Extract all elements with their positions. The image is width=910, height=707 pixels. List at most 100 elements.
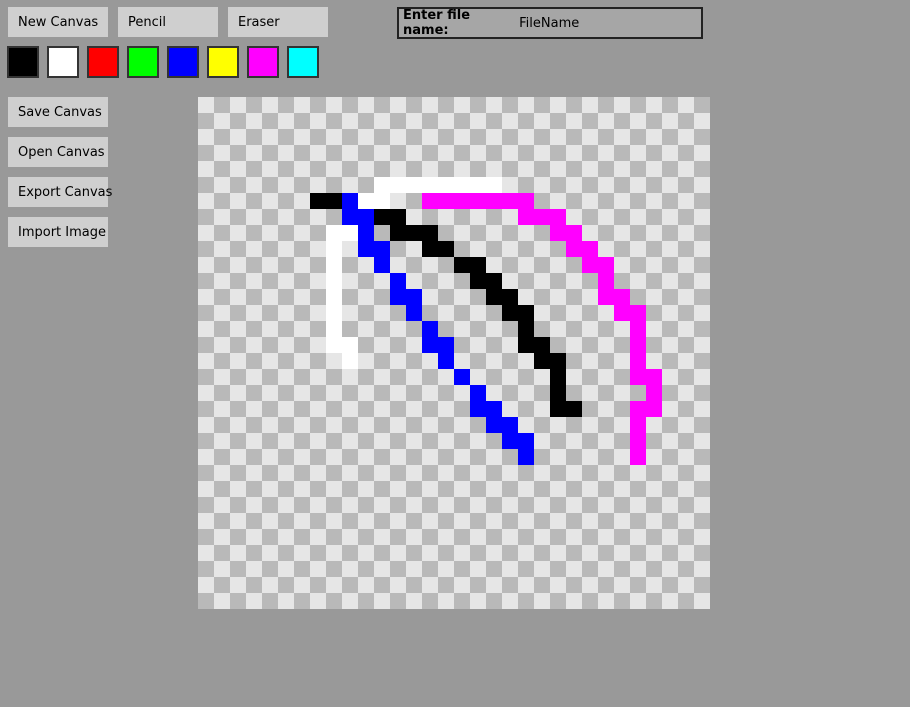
pencil-tool-button[interactable]: Pencil	[118, 7, 218, 37]
painted-pixel	[630, 305, 646, 321]
file-name-input[interactable]	[517, 15, 701, 31]
painted-pixel	[486, 273, 502, 289]
painted-pixel	[374, 177, 390, 193]
painted-pixel	[486, 177, 502, 193]
painted-pixel	[646, 401, 662, 417]
painted-pixel	[390, 177, 406, 193]
painted-pixel	[438, 241, 454, 257]
painted-pixel	[374, 193, 390, 209]
save-canvas-button[interactable]: Save Canvas	[8, 97, 108, 127]
painted-pixel	[470, 193, 486, 209]
painted-pixel	[502, 417, 518, 433]
painted-pixel	[550, 225, 566, 241]
painted-pixel	[422, 193, 438, 209]
painted-pixel	[342, 225, 358, 241]
painted-pixel	[390, 225, 406, 241]
painted-pixel	[518, 337, 534, 353]
painted-pixel	[502, 193, 518, 209]
painted-pixel	[422, 321, 438, 337]
painted-pixel	[438, 177, 454, 193]
painted-pixel	[534, 209, 550, 225]
painted-pixel	[598, 273, 614, 289]
painted-pixel	[438, 193, 454, 209]
painted-pixel	[630, 369, 646, 385]
painted-pixel	[374, 209, 390, 225]
painted-pixel	[326, 241, 342, 257]
painted-pixel	[566, 241, 582, 257]
painted-pixel	[326, 193, 342, 209]
new-canvas-button[interactable]: New Canvas	[8, 7, 108, 37]
painted-pixel	[486, 193, 502, 209]
painted-pixel	[470, 385, 486, 401]
painted-pixel	[342, 193, 358, 209]
painted-pixel	[582, 257, 598, 273]
painted-pixel	[422, 337, 438, 353]
import-image-button[interactable]: Import Image	[8, 217, 108, 247]
color-swatch-green[interactable]	[127, 46, 159, 78]
painted-pixel	[630, 433, 646, 449]
color-swatch-red[interactable]	[87, 46, 119, 78]
painted-pixel	[502, 433, 518, 449]
drawing-canvas[interactable]	[198, 97, 710, 609]
painted-pixel	[326, 273, 342, 289]
painted-pixel	[422, 225, 438, 241]
painted-pixel	[598, 289, 614, 305]
painted-pixel	[326, 305, 342, 321]
export-canvas-button[interactable]: Export Canvas	[8, 177, 112, 207]
painted-pixel	[422, 177, 438, 193]
painted-pixel	[326, 321, 342, 337]
painted-pixel	[470, 257, 486, 273]
open-canvas-button[interactable]: Open Canvas	[8, 137, 108, 167]
painted-pixel	[486, 417, 502, 433]
painted-pixel	[454, 177, 470, 193]
painted-pixel	[326, 257, 342, 273]
painted-pixel	[518, 193, 534, 209]
painted-pixel	[566, 401, 582, 417]
painted-pixel	[470, 273, 486, 289]
painted-pixel	[502, 289, 518, 305]
color-swatch-white[interactable]	[47, 46, 79, 78]
painted-pixel	[438, 337, 454, 353]
painted-pixel	[342, 337, 358, 353]
painted-pixel	[630, 321, 646, 337]
painted-pixel	[454, 257, 470, 273]
color-swatch-cyan[interactable]	[287, 46, 319, 78]
painted-pixel	[646, 369, 662, 385]
painted-pixel	[550, 353, 566, 369]
painted-pixel	[630, 353, 646, 369]
painted-pixel	[390, 209, 406, 225]
painted-pixel	[358, 209, 374, 225]
painted-pixel	[518, 305, 534, 321]
painted-pixel	[630, 337, 646, 353]
painted-pixel	[502, 305, 518, 321]
painted-pixel	[310, 193, 326, 209]
painted-pixel	[406, 177, 422, 193]
file-name-field: Enter file name:	[397, 7, 703, 39]
painted-pixel	[470, 177, 486, 193]
eraser-tool-button[interactable]: Eraser	[228, 7, 328, 37]
painted-pixel	[342, 209, 358, 225]
painted-pixel	[614, 305, 630, 321]
painted-pixel	[518, 449, 534, 465]
painted-pixel	[550, 385, 566, 401]
color-swatch-blue[interactable]	[167, 46, 199, 78]
painted-pixel	[326, 337, 342, 353]
painted-pixel	[470, 401, 486, 417]
color-swatch-black[interactable]	[7, 46, 39, 78]
painted-pixel	[438, 353, 454, 369]
painted-pixel	[518, 209, 534, 225]
painted-pixel	[390, 273, 406, 289]
painted-pixel	[374, 241, 390, 257]
painted-pixel	[326, 289, 342, 305]
painted-pixel	[598, 257, 614, 273]
painted-pixel	[582, 241, 598, 257]
painted-pixel	[390, 289, 406, 305]
color-swatch-magenta[interactable]	[247, 46, 279, 78]
painted-pixel	[358, 225, 374, 241]
painted-pixel	[486, 401, 502, 417]
painted-pixel	[646, 385, 662, 401]
color-swatch-yellow[interactable]	[207, 46, 239, 78]
painted-pixel	[630, 449, 646, 465]
painted-pixel	[358, 241, 374, 257]
painted-pixel	[630, 401, 646, 417]
